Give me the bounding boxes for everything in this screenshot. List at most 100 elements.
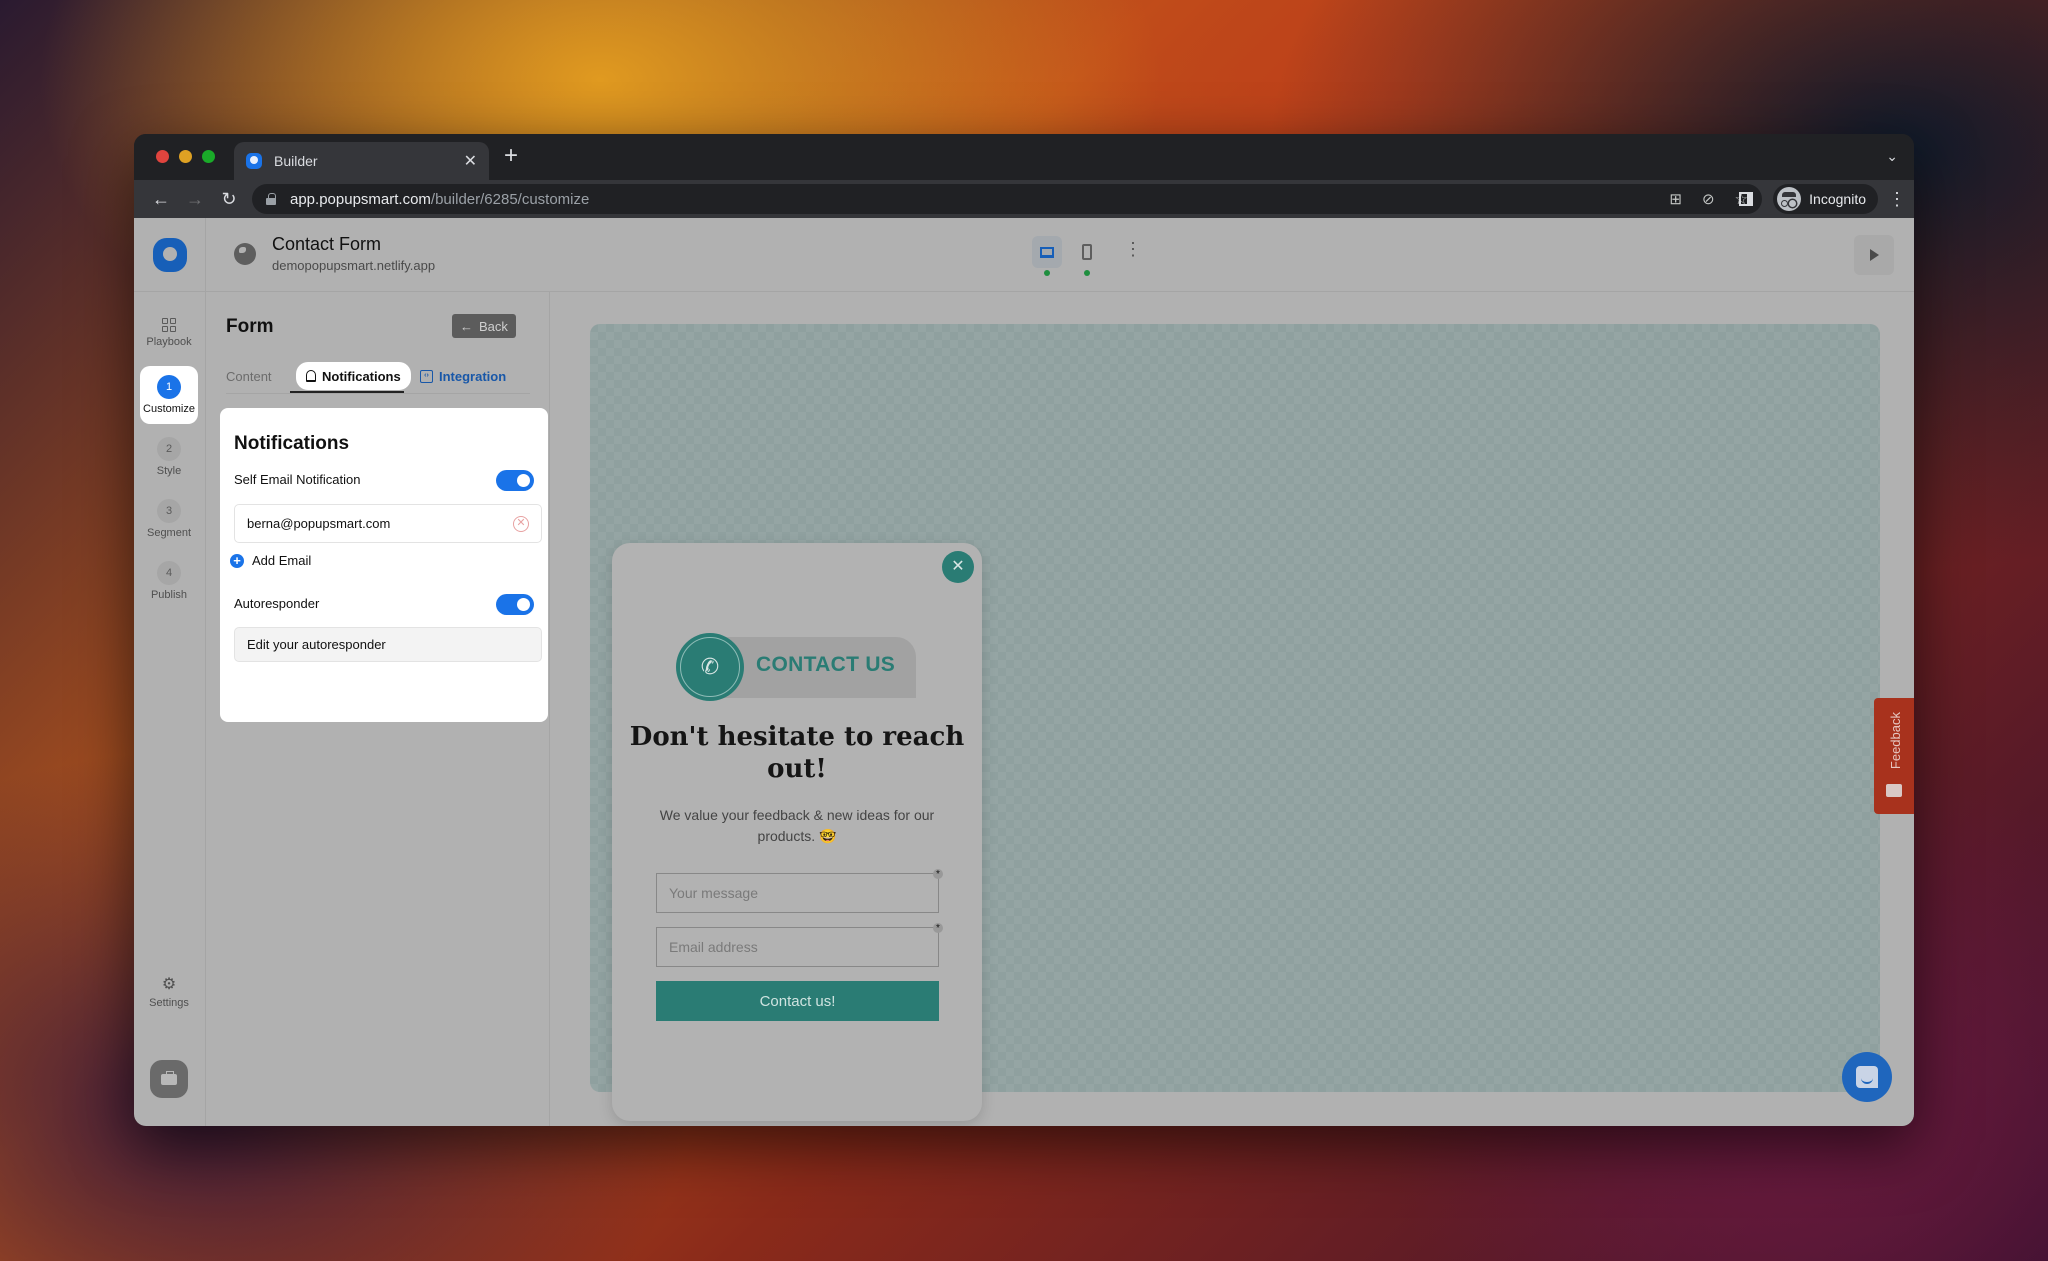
feedback-face-icon bbox=[1886, 784, 1902, 797]
autoresponder-toggle[interactable] bbox=[496, 594, 534, 615]
popup-preview[interactable]: ✕ ✆ CONTACT US Don't hesitate to reach o… bbox=[612, 543, 982, 1121]
more-options-icon[interactable]: ⋮ bbox=[1124, 240, 1142, 258]
notifications-card: Notifications Self Email Notification be… bbox=[220, 408, 548, 722]
step-number: 4 bbox=[157, 561, 181, 585]
message-placeholder: Your message bbox=[669, 885, 758, 901]
badge-circle: ✆ bbox=[676, 633, 744, 701]
browser-window: Builder ✕ + ⌄ ← → ↻ app.popupsmart.com /… bbox=[134, 134, 1914, 1126]
project-title: Contact Form bbox=[272, 234, 382, 254]
tab-title: Builder bbox=[274, 153, 318, 169]
builder-app: Contact Form demopopupsmart.netlify.app … bbox=[134, 218, 1914, 1126]
nav-item-playbook[interactable]: Playbook bbox=[140, 304, 198, 362]
add-email-button[interactable]: + Add Email bbox=[230, 553, 311, 568]
qr-code-icon[interactable]: ⊞ bbox=[1669, 190, 1682, 208]
submit-label: Contact us! bbox=[759, 992, 836, 1010]
email-value: berna@popupsmart.com bbox=[247, 516, 391, 531]
nav-item-settings[interactable]: ⚙ Settings bbox=[140, 964, 198, 1022]
url-path: /builder/6285/customize bbox=[430, 190, 590, 208]
card-title: Notifications bbox=[234, 433, 350, 454]
email-field[interactable]: Email address * bbox=[656, 923, 943, 967]
minimize-window-button[interactable] bbox=[179, 150, 192, 163]
message-field[interactable]: Your message * bbox=[656, 869, 943, 913]
step-number: 1 bbox=[157, 375, 181, 399]
desktop-status-dot bbox=[1044, 270, 1050, 276]
nav-label: Playbook bbox=[146, 336, 192, 348]
close-tab-icon[interactable]: ✕ bbox=[464, 151, 477, 171]
popupsmart-logo[interactable] bbox=[152, 238, 187, 272]
url-host: app.popupsmart.com bbox=[290, 190, 431, 208]
globe-icon bbox=[234, 243, 256, 265]
nav-item-style[interactable]: 2 Style bbox=[140, 428, 198, 486]
nav-item-customize[interactable]: 1 Customize bbox=[140, 366, 198, 424]
new-tab-button[interactable]: + bbox=[504, 144, 518, 168]
contact-us-badge: ✆ CONTACT US bbox=[676, 633, 916, 701]
popup-heading: Don't hesitate to reach out! bbox=[629, 722, 965, 784]
desktop-view-button[interactable] bbox=[1032, 236, 1062, 268]
feedback-tab[interactable]: Feedback bbox=[1874, 698, 1914, 814]
play-icon bbox=[1869, 249, 1879, 261]
left-navigation: Playbook 1 Customize 2 Style 3 Segment 4… bbox=[134, 292, 206, 1126]
nav-label: Settings bbox=[149, 997, 189, 1009]
mobile-status-dot bbox=[1084, 270, 1090, 276]
logo-cell bbox=[134, 218, 206, 292]
playbook-grid-icon bbox=[162, 318, 176, 332]
side-panel-icon[interactable] bbox=[1739, 192, 1754, 206]
tab-content[interactable]: Content bbox=[226, 362, 272, 390]
close-window-button[interactable] bbox=[156, 150, 169, 163]
tab-search-chevron-icon[interactable]: ⌄ bbox=[1886, 148, 1898, 165]
nav-item-publish[interactable]: 4 Publish bbox=[140, 552, 198, 610]
integration-icon: ‹› bbox=[420, 369, 433, 383]
chat-support-button[interactable] bbox=[1842, 1052, 1892, 1102]
required-marker: * bbox=[933, 869, 943, 880]
nav-label: Publish bbox=[150, 589, 188, 601]
mobile-icon bbox=[1082, 244, 1092, 260]
browser-menu-icon[interactable]: ⋮ bbox=[1888, 189, 1906, 210]
eye-off-icon[interactable]: ⊘ bbox=[1702, 190, 1715, 208]
badge-text: CONTACT US bbox=[756, 653, 896, 676]
email-placeholder: Email address bbox=[669, 939, 758, 955]
nav-label: Segment bbox=[146, 527, 192, 539]
lock-icon bbox=[266, 193, 276, 205]
tab-integration[interactable]: ‹› Integration bbox=[420, 362, 506, 390]
maximize-window-button[interactable] bbox=[202, 150, 215, 163]
incognito-label: Incognito bbox=[1809, 191, 1866, 207]
mobile-view-button[interactable] bbox=[1072, 236, 1102, 268]
back-button[interactable]: ← Back bbox=[452, 314, 516, 338]
self-email-toggle[interactable] bbox=[496, 470, 534, 491]
address-bar[interactable]: app.popupsmart.com /builder/6285/customi… bbox=[252, 184, 1762, 214]
panel-title: Form bbox=[226, 316, 274, 337]
tab-notifications[interactable]: Notifications bbox=[296, 362, 411, 390]
tab-bar: Builder ✕ + ⌄ bbox=[134, 134, 1914, 180]
incognito-icon bbox=[1777, 187, 1802, 211]
add-email-label: Add Email bbox=[252, 553, 312, 568]
bell-icon bbox=[306, 370, 316, 382]
project-domain: demopopupsmart.netlify.app bbox=[272, 258, 436, 273]
forward-arrow-icon[interactable]: → bbox=[178, 189, 212, 210]
back-arrow-icon[interactable]: ← bbox=[144, 189, 178, 210]
popup-close-icon[interactable]: ✕ bbox=[942, 551, 974, 583]
popup-description: We value your feedback & new ideas for o… bbox=[659, 807, 935, 844]
nav-item-segment[interactable]: 3 Segment bbox=[140, 490, 198, 548]
autoresponder-field-label: Edit your autoresponder bbox=[247, 637, 386, 652]
contact-submit-button[interactable]: Contact us! bbox=[656, 981, 939, 1021]
notification-email-field[interactable]: berna@popupsmart.com ✕ bbox=[234, 504, 542, 543]
autoresponder-label: Autoresponder bbox=[234, 596, 320, 611]
tab-label: Notifications bbox=[322, 368, 401, 384]
browser-tab[interactable]: Builder ✕ bbox=[234, 142, 489, 180]
tab-label: Content bbox=[226, 368, 272, 384]
workspace-button[interactable] bbox=[150, 1060, 188, 1098]
gear-icon: ⚙ bbox=[161, 976, 177, 993]
popupsmart-favicon-icon bbox=[246, 153, 262, 169]
feedback-label: Feedback bbox=[1888, 712, 1903, 770]
reload-icon[interactable]: ↻ bbox=[212, 189, 246, 210]
app-header: Contact Form demopopupsmart.netlify.app … bbox=[134, 218, 1914, 292]
nav-label: Style bbox=[156, 465, 182, 477]
browser-toolbar: ← → ↻ app.popupsmart.com /builder/6285/c… bbox=[134, 180, 1914, 218]
briefcase-icon bbox=[161, 1070, 177, 1085]
window-controls bbox=[156, 150, 215, 163]
chat-icon bbox=[1856, 1066, 1878, 1088]
remove-email-icon[interactable]: ✕ bbox=[513, 515, 529, 532]
preview-button[interactable] bbox=[1854, 235, 1894, 275]
edit-autoresponder-button[interactable]: Edit your autoresponder bbox=[234, 627, 542, 662]
incognito-profile-button[interactable]: Incognito bbox=[1773, 184, 1878, 214]
